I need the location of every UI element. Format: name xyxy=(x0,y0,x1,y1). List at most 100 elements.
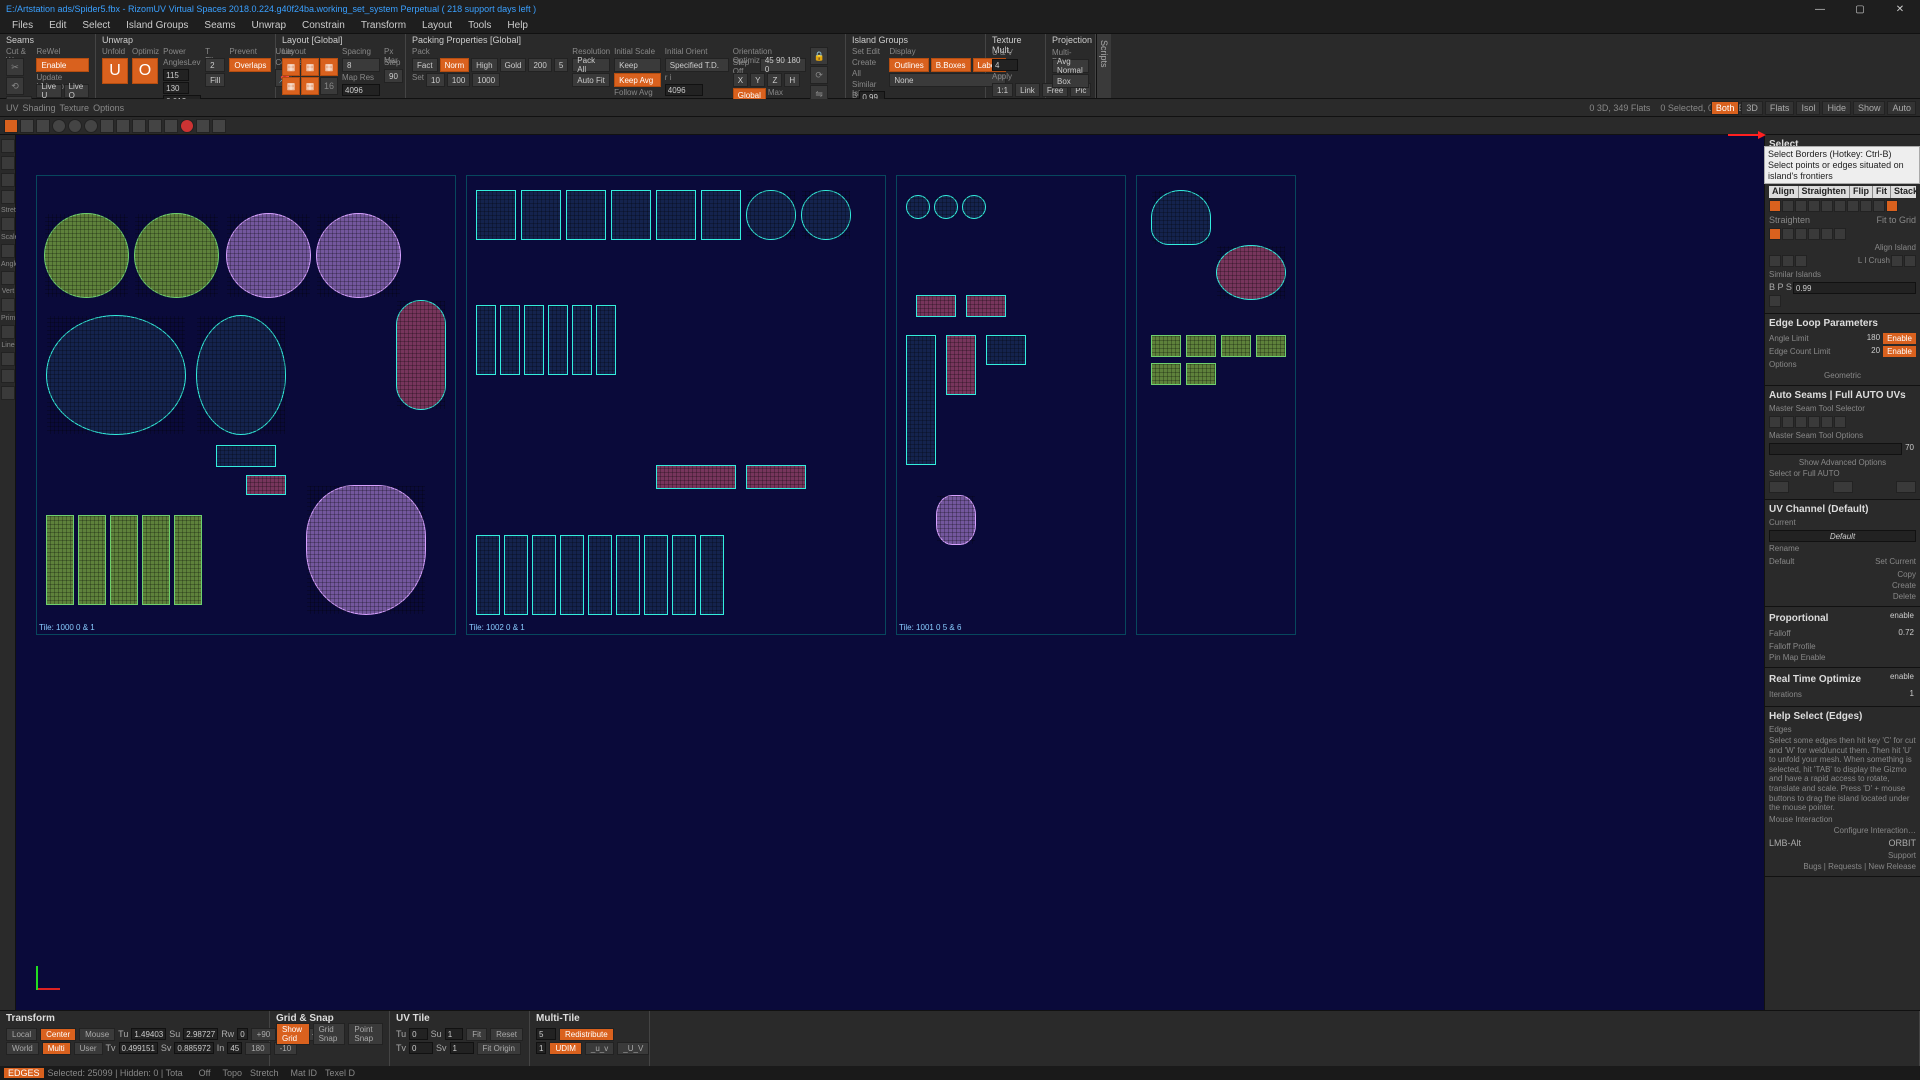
mt-uv[interactable]: _u_v xyxy=(585,1042,614,1055)
keep-btn[interactable]: Keep xyxy=(614,58,661,72)
uv-island[interactable] xyxy=(532,535,556,615)
mode-gear-icon[interactable] xyxy=(212,119,226,133)
as-4[interactable] xyxy=(1808,416,1820,428)
al-5[interactable] xyxy=(1821,200,1833,212)
pack-5[interactable]: 5 xyxy=(554,58,568,72)
lock-icon[interactable]: 🔒 xyxy=(810,47,828,65)
uvch-list-default[interactable]: Default xyxy=(1769,556,1794,567)
layout-icon-5[interactable]: ▦ xyxy=(301,77,319,95)
mode-move-icon[interactable] xyxy=(148,119,162,133)
weld-icon[interactable]: ⟲ xyxy=(6,77,24,95)
prop-enable[interactable]: enable xyxy=(1888,611,1916,626)
as-3[interactable] xyxy=(1795,416,1807,428)
orient-vals[interactable]: 45 90 180 0 xyxy=(760,58,806,72)
spacing-val[interactable]: 8 xyxy=(342,58,380,72)
uv-island[interactable] xyxy=(500,305,520,375)
tf-tv[interactable]: 0.499151 xyxy=(119,1042,158,1054)
status-stretch[interactable]: Stretch xyxy=(250,1068,279,1078)
viewpill-hide[interactable]: Hide xyxy=(1822,101,1851,115)
uv-island[interactable] xyxy=(701,190,741,240)
live-u[interactable]: Live U xyxy=(36,84,61,98)
mt-5[interactable]: 5 xyxy=(536,1028,556,1040)
uvch-delete[interactable]: Delete xyxy=(1769,591,1916,602)
al-10[interactable] xyxy=(1886,200,1898,212)
uv-island[interactable] xyxy=(1256,335,1286,357)
uv-island[interactable] xyxy=(700,535,724,615)
tf-rw[interactable]: 0 xyxy=(237,1028,247,1040)
seams-enable[interactable]: Enable xyxy=(36,58,89,72)
window-maximize[interactable]: ▢ xyxy=(1840,0,1880,18)
menu-edit[interactable]: Edit xyxy=(41,20,74,31)
layout-icon-1[interactable]: ▦ xyxy=(282,58,300,76)
tf-multi[interactable]: Multi xyxy=(42,1042,71,1055)
crush-1[interactable] xyxy=(1891,255,1903,267)
uv-island[interactable] xyxy=(906,335,936,465)
tf-su[interactable]: 2.98727 xyxy=(183,1028,218,1040)
uv-island[interactable] xyxy=(226,213,311,298)
ai-2[interactable] xyxy=(1782,255,1794,267)
axis-y[interactable]: Y xyxy=(750,73,765,87)
uv-island[interactable] xyxy=(934,195,958,219)
full-2[interactable] xyxy=(1833,481,1853,493)
uv-island[interactable] xyxy=(524,305,544,375)
uvtile-fit[interactable]: Fit xyxy=(466,1028,487,1041)
uv-island[interactable] xyxy=(396,300,446,410)
layout-icon-2[interactable]: ▦ xyxy=(301,58,319,76)
viewpill-flats[interactable]: Flats xyxy=(1765,101,1795,115)
uv-island[interactable] xyxy=(801,190,851,240)
lt-tool-4[interactable] xyxy=(1,190,15,204)
mut-1000[interactable]: 1000 xyxy=(472,73,500,87)
tab-uv[interactable]: UV xyxy=(6,103,19,113)
tab-shading[interactable]: Shading xyxy=(23,103,56,113)
al-9[interactable] xyxy=(1873,200,1885,212)
as-slider[interactable] xyxy=(1769,443,1902,455)
uvch-default[interactable] xyxy=(1769,530,1916,542)
pack-fact[interactable]: Fact xyxy=(412,58,438,72)
status-matid[interactable]: Mat ID xyxy=(291,1068,318,1078)
axis-x[interactable]: X xyxy=(733,73,748,87)
mode-eye-icon[interactable] xyxy=(196,119,210,133)
tf-180[interactable]: 180 xyxy=(245,1042,270,1055)
pack-norm[interactable]: Norm xyxy=(440,58,470,72)
uv-island[interactable] xyxy=(746,465,806,489)
cut-icon[interactable]: ✂ xyxy=(6,58,24,76)
lbl-geometric[interactable]: Geometric xyxy=(1769,370,1916,381)
uv-island[interactable] xyxy=(548,305,568,375)
configure-link[interactable]: Configure Interaction… xyxy=(1769,825,1916,836)
rotate-icon[interactable]: ⟳ xyxy=(810,66,828,84)
tf-mouse[interactable]: Mouse xyxy=(79,1028,115,1041)
str-5[interactable] xyxy=(1821,228,1833,240)
uvtile-tu[interactable]: 0 xyxy=(409,1028,428,1040)
ai-3[interactable] xyxy=(1795,255,1807,267)
layout-icon-4[interactable]: ▦ xyxy=(282,77,300,95)
menu-layout[interactable]: Layout xyxy=(414,20,460,31)
uvch-setcurrent[interactable]: Set Current xyxy=(1875,556,1916,567)
scripts-tab[interactable]: Scripts xyxy=(1096,34,1111,98)
menu-files[interactable]: Files xyxy=(4,20,41,31)
al-2[interactable] xyxy=(1782,200,1794,212)
al-4[interactable] xyxy=(1808,200,1820,212)
lt-tool-7[interactable] xyxy=(1,271,15,285)
al-7[interactable] xyxy=(1847,200,1859,212)
pack-gold[interactable]: Gold xyxy=(500,58,527,72)
al-3[interactable] xyxy=(1795,200,1807,212)
window-close[interactable]: ✕ xyxy=(1880,0,1920,18)
uv-island[interactable] xyxy=(916,295,956,317)
lt-tool-8[interactable] xyxy=(1,298,15,312)
uv-island[interactable] xyxy=(174,515,202,605)
td-4096[interactable] xyxy=(665,84,703,96)
uv-island[interactable] xyxy=(572,305,592,375)
uv-island[interactable] xyxy=(476,535,500,615)
uvch-rename[interactable]: Rename xyxy=(1769,543,1799,554)
mode-globe-icon[interactable] xyxy=(68,119,82,133)
mode-panel-icon[interactable] xyxy=(100,119,114,133)
tab-options[interactable]: Options xyxy=(93,103,124,113)
as-2[interactable] xyxy=(1782,416,1794,428)
uv-island[interactable] xyxy=(1151,363,1181,385)
menu-tools[interactable]: Tools xyxy=(460,20,499,31)
uv-island[interactable] xyxy=(946,335,976,395)
mut-100[interactable]: 100 xyxy=(447,73,470,87)
uv-island[interactable] xyxy=(142,515,170,605)
menu-island-groups[interactable]: Island Groups xyxy=(118,20,196,31)
str-2[interactable] xyxy=(1782,228,1794,240)
